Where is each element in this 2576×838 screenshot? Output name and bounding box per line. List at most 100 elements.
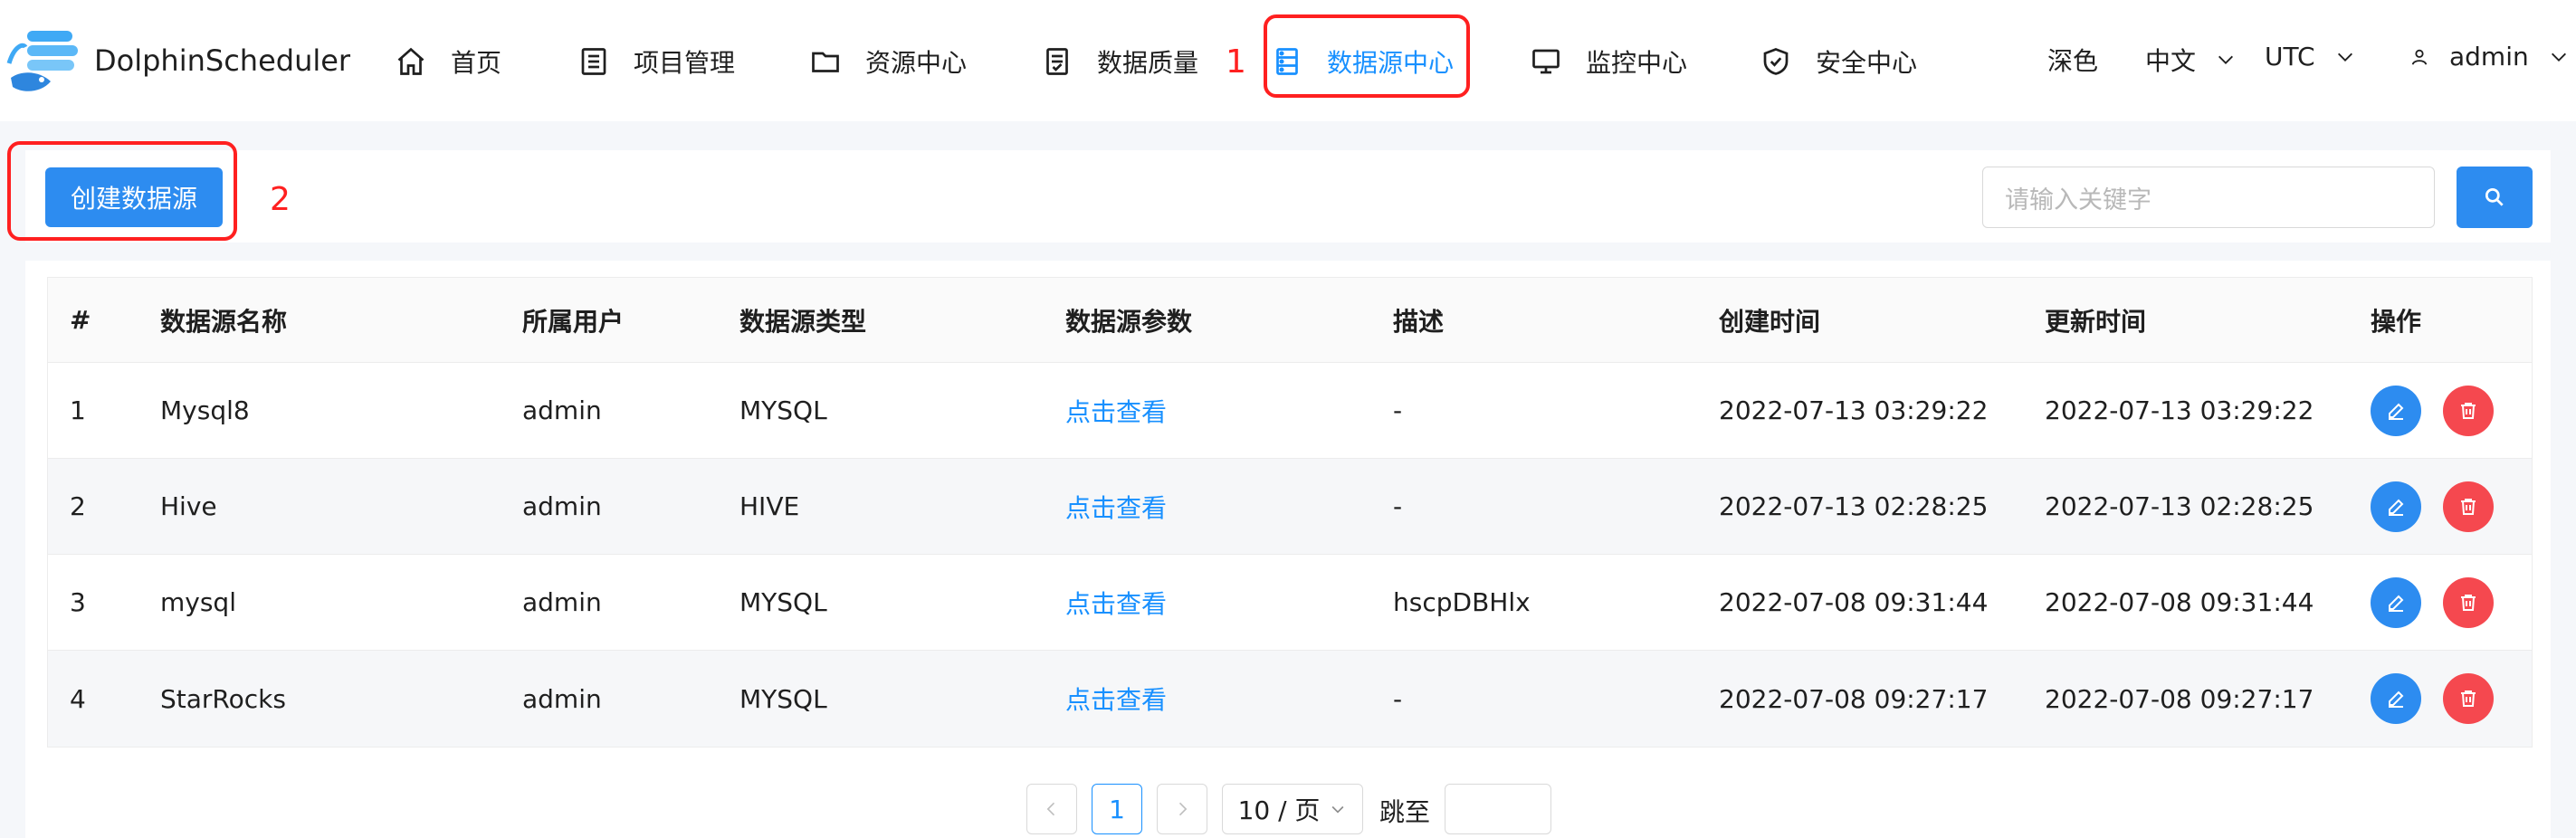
monitor-icon (1532, 49, 1560, 74)
folder-icon (812, 52, 839, 72)
nav-label: 数据质量 (1097, 48, 1199, 78)
create-time: 2022-07-13 03:29:22 (1719, 395, 1989, 425)
language-label: 中文 (2145, 46, 2197, 76)
shield-icon (1763, 48, 1789, 75)
page-number-button[interactable]: 1 (1092, 784, 1142, 834)
description: hscpDBHlx (1393, 587, 1531, 617)
column-header: 数据源名称 (160, 306, 288, 337)
user-icon (2411, 49, 2428, 65)
column-header: 数据源类型 (739, 306, 867, 337)
page-size-label: 10 / 页 (1237, 795, 1321, 825)
highlight-box-step-2 (7, 141, 237, 241)
create-time: 2022-07-08 09:27:17 (1719, 683, 1989, 714)
table-row: 1 Mysql8 admin MYSQL 点击查看 - 2022-07-13 0… (48, 363, 2532, 459)
update-time: 2022-07-08 09:31:44 (2045, 587, 2314, 617)
nav-label: 资源中心 (865, 48, 968, 78)
edit-button[interactable] (2371, 577, 2421, 628)
datasource-type: MYSQL (739, 587, 827, 617)
owner-user: admin (522, 587, 602, 617)
chevron-right-icon (1178, 802, 1188, 816)
chevron-down-icon (2218, 55, 2233, 64)
description: - (1393, 683, 1403, 714)
delete-icon (2461, 499, 2476, 515)
jump-label: 跳至 (1379, 797, 1431, 827)
column-header: 操作 (2371, 306, 2422, 337)
nav-item-security[interactable]: 安全中心 (1760, 36, 1917, 87)
update-time: 2022-07-13 03:29:22 (2045, 395, 2314, 425)
edit-icon (2389, 499, 2404, 516)
edit-button[interactable] (2371, 386, 2421, 436)
delete-icon (2461, 403, 2476, 419)
edit-icon (2389, 403, 2404, 420)
owner-user: admin (522, 683, 602, 714)
update-time: 2022-07-08 09:27:17 (2045, 683, 2314, 714)
annotation-step-1: 1 (1226, 43, 1246, 81)
table-row: 4 StarRocks admin MYSQL 点击查看 - 2022-07-0… (48, 651, 2532, 747)
update-time: 2022-07-13 02:28:25 (2045, 491, 2314, 521)
user-menu[interactable]: admin (2409, 42, 2569, 71)
nav-item-home[interactable]: 首页 (395, 36, 501, 87)
view-params-link[interactable]: 点击查看 (1065, 555, 1167, 650)
delete-icon (2461, 595, 2476, 611)
page-size-select[interactable]: 10 / 页 (1222, 784, 1363, 834)
chevron-down-icon (2551, 52, 2566, 62)
chevron-left-icon (1046, 802, 1055, 816)
description: - (1393, 491, 1403, 521)
chevron-down-icon (2337, 52, 2352, 62)
nav-label: 安全中心 (1816, 48, 1918, 78)
search-icon (2485, 187, 2504, 206)
datasource-name: StarRocks (160, 683, 286, 714)
nav-item-resources[interactable]: 资源中心 (809, 36, 967, 87)
column-header: 更新时间 (2045, 306, 2147, 337)
nav-item-data-quality[interactable]: 数据质量 (1041, 36, 1198, 87)
delete-button[interactable] (2443, 673, 2494, 724)
row-index: 1 (70, 395, 86, 425)
timezone-select[interactable]: UTC (2265, 42, 2355, 71)
row-index: 3 (70, 587, 86, 617)
list-icon (581, 48, 606, 75)
nav-label: 监控中心 (1586, 48, 1688, 78)
search-input[interactable]: 请输入关键字 (1982, 167, 2435, 228)
delete-button[interactable] (2443, 481, 2494, 532)
column-header: # (70, 305, 91, 335)
create-time: 2022-07-13 02:28:25 (1719, 491, 1989, 521)
search-button[interactable] (2457, 167, 2533, 228)
edit-icon (2389, 690, 2404, 708)
datasource-name: mysql (160, 587, 236, 617)
delete-button[interactable] (2443, 577, 2494, 628)
edit-button[interactable] (2371, 481, 2421, 532)
owner-user: admin (522, 395, 602, 425)
column-header: 创建时间 (1719, 306, 1821, 337)
table-header-row: # 数据源名称 所属用户 数据源类型 数据源参数 描述 创建时间 更新时间 操作 (48, 278, 2532, 363)
delete-icon (2461, 690, 2476, 707)
view-params-link[interactable]: 点击查看 (1065, 459, 1167, 554)
chevron-down-icon (1332, 805, 1344, 814)
create-time: 2022-07-08 09:31:44 (1719, 587, 1989, 617)
app-name: DolphinScheduler (94, 43, 351, 78)
prev-page-button[interactable] (1026, 784, 1077, 834)
theme-switch[interactable]: 深色 (2047, 42, 2098, 78)
view-params-link[interactable]: 点击查看 (1065, 363, 1167, 458)
delete-button[interactable] (2443, 386, 2494, 436)
next-page-button[interactable] (1157, 784, 1207, 834)
datasource-type: MYSQL (739, 395, 827, 425)
jump-page-input[interactable] (1445, 784, 1551, 834)
highlight-box-step-1 (1264, 14, 1470, 98)
row-index: 2 (70, 491, 86, 521)
column-header: 所属用户 (522, 306, 625, 337)
datasource-type: HIVE (739, 491, 800, 521)
owner-user: admin (522, 491, 602, 521)
annotation-step-2: 2 (270, 181, 291, 218)
edit-button[interactable] (2371, 673, 2421, 724)
home-icon (397, 47, 425, 75)
edit-icon (2389, 595, 2404, 612)
view-params-link[interactable]: 点击查看 (1065, 651, 1167, 747)
column-header: 描述 (1393, 306, 1445, 337)
nav-item-monitor[interactable]: 监控中心 (1530, 36, 1687, 87)
nav-item-projects[interactable]: 项目管理 (577, 36, 735, 87)
search-placeholder: 请输入关键字 (2005, 186, 2151, 214)
datasource-name: Hive (160, 491, 217, 521)
document-icon (1046, 48, 1068, 75)
datasource-name: Mysql8 (160, 395, 250, 425)
language-select[interactable]: 中文 (2145, 42, 2236, 78)
